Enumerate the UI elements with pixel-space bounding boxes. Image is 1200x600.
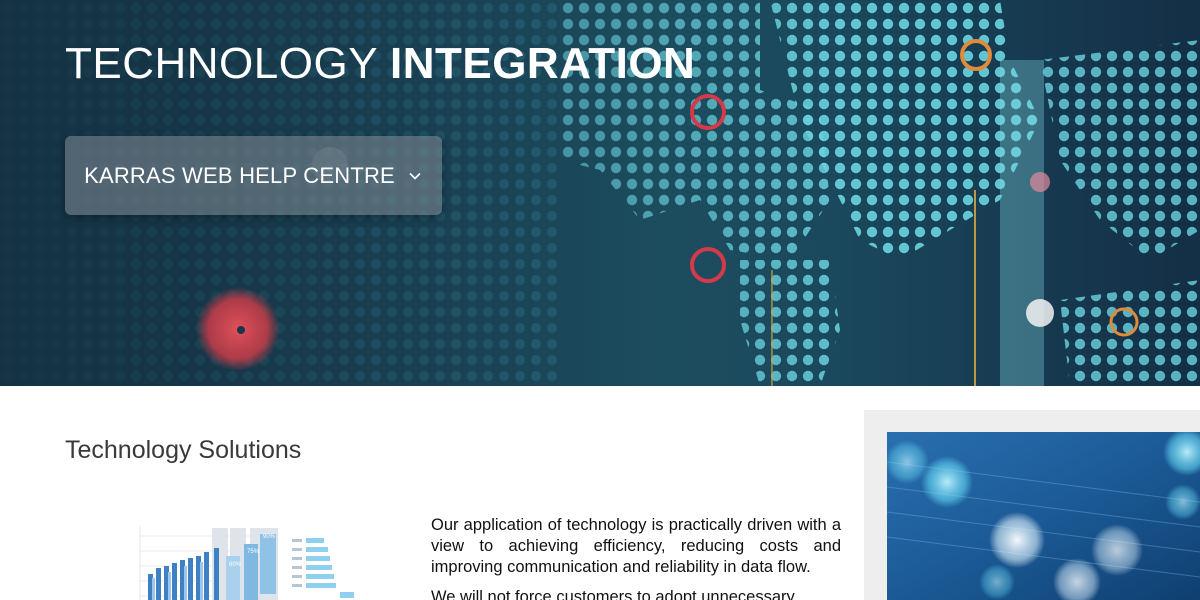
illustration-bar xyxy=(200,562,203,600)
illustration-bar xyxy=(204,552,209,600)
illustration-hbar-label xyxy=(292,575,302,578)
chevron-down-icon xyxy=(409,172,421,180)
illustration-bar xyxy=(156,568,161,600)
illustration-label-90: 90% xyxy=(263,534,276,540)
title-light: TECHNOLOGY xyxy=(65,39,378,88)
illustration-hbar xyxy=(306,574,334,579)
illustration-hbar-label xyxy=(292,539,302,542)
illustration-bar xyxy=(168,572,171,600)
illustration-hbar xyxy=(306,538,324,543)
illustration-bar xyxy=(188,558,193,600)
sidebar-image xyxy=(887,432,1200,600)
illustration-hbar xyxy=(340,592,354,598)
illustration-hbar xyxy=(306,556,330,561)
title-bold: INTEGRATION xyxy=(389,39,696,88)
illustration-hbar xyxy=(306,565,332,570)
hero-banner: TECHNOLOGY INTEGRATION KARRAS WEB HELP C… xyxy=(0,0,1200,386)
illustration-bar xyxy=(184,566,187,600)
intro-paragraph-2: We will not force customers to adopt unn… xyxy=(431,588,795,600)
illustration-bar xyxy=(152,578,155,600)
illustration-label-60: 60% xyxy=(229,562,242,568)
illustration-bar xyxy=(214,548,219,600)
intro-paragraph-1: Our application of technology is practic… xyxy=(431,516,841,576)
illustration-hbar-label xyxy=(292,566,302,569)
section-title: Technology Solutions xyxy=(65,436,302,464)
illustration-hbar xyxy=(306,547,328,552)
intro-text: Our application of technology is practic… xyxy=(431,515,841,600)
illustration-bar xyxy=(260,534,276,594)
bar-chart-illustration: 60% 75% 90% xyxy=(139,526,354,600)
illustration-label-75: 75% xyxy=(247,549,260,555)
illustration-hbar-label xyxy=(292,584,302,587)
illustration-hbar xyxy=(306,583,336,588)
illustration-bar xyxy=(172,563,177,600)
illustration-hbar-label xyxy=(292,548,302,551)
help-centre-button-label: KARRAS WEB HELP CENTRE xyxy=(84,162,395,188)
illustration-hbar-label xyxy=(292,557,302,560)
help-centre-dropdown-button[interactable]: KARRAS WEB HELP CENTRE xyxy=(65,136,442,215)
page-title: TECHNOLOGY INTEGRATION xyxy=(65,42,695,86)
